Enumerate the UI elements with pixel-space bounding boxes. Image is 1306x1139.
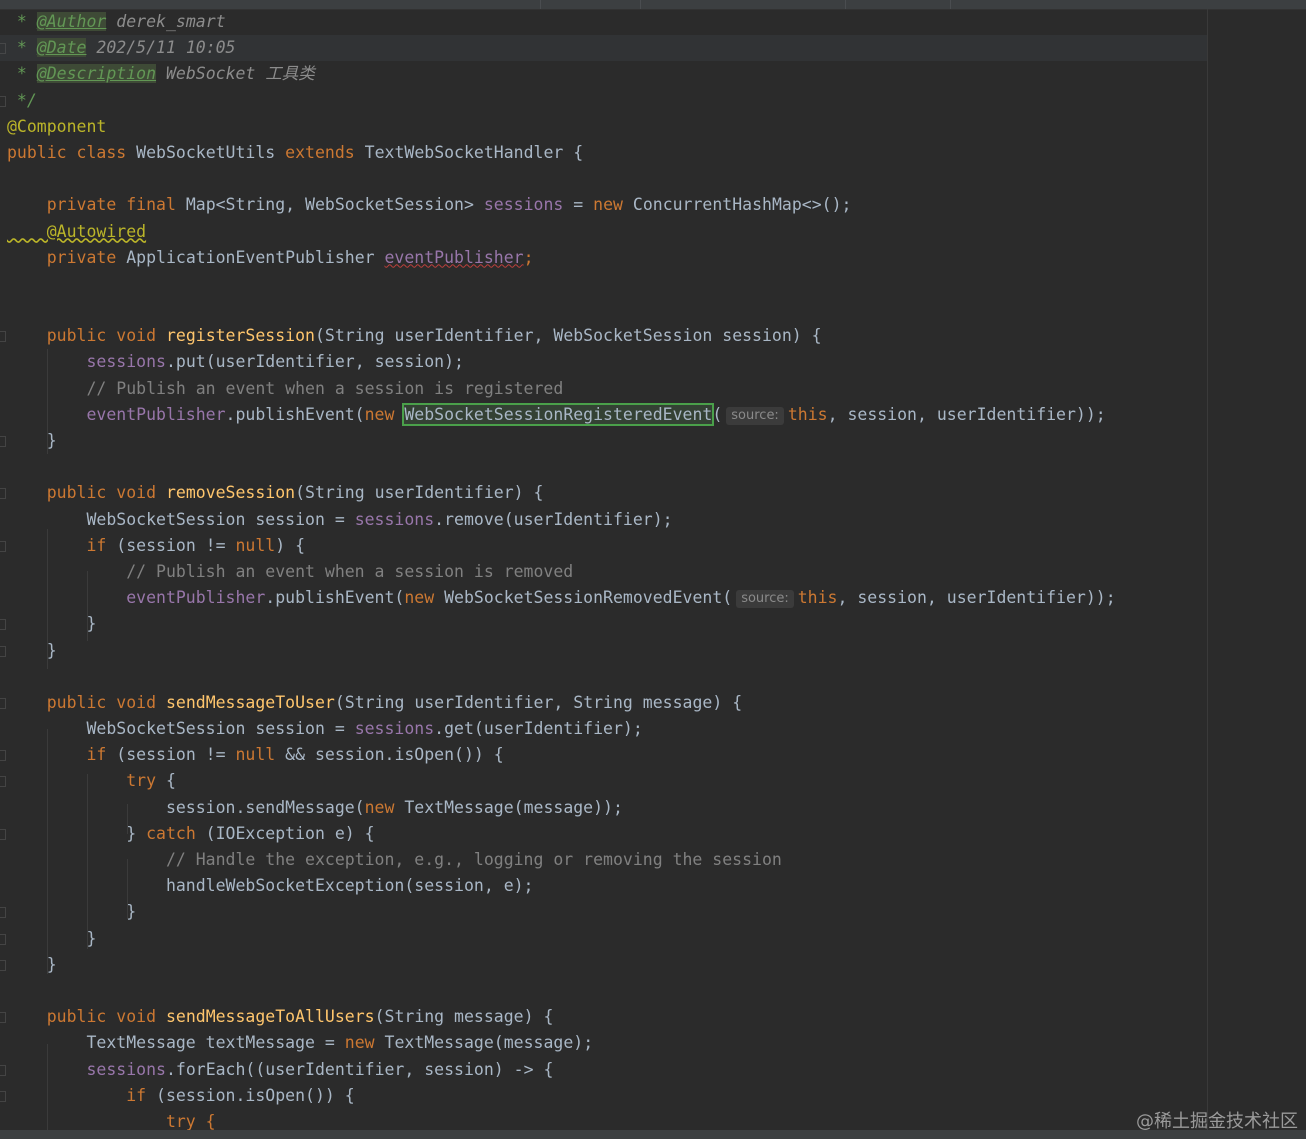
code-line: TextMessage textMessage = new TextMessag… <box>7 1033 594 1053</box>
code-line: WebSocketSession session = sessions.get(… <box>7 719 643 739</box>
doc-tag-date: @Date <box>36 38 87 58</box>
code-line: try { <box>0 768 1116 794</box>
code-line: // Handle the exception, e.g., logging o… <box>7 850 782 869</box>
code-line: // Publish an event when a session is re… <box>7 378 564 398</box>
code-line: * @Author derek_smart <box>7 12 226 31</box>
code-line: public void sendMessageToAllUsers(String… <box>0 1004 1116 1030</box>
code-line: } catch (IOException e) { <box>0 821 1116 847</box>
code-line: if (session != null && session.isOpen())… <box>0 742 1116 768</box>
code-line: @Component <box>7 116 107 136</box>
code-text[interactable]: * @Author derek_smart * @Date 202/5/11 1… <box>0 9 1116 1135</box>
code-line: } <box>0 899 1116 925</box>
code-line: } <box>0 952 1116 978</box>
doc-tag-author: @Author <box>36 12 107 31</box>
code-line: WebSocketSession session = sessions.remo… <box>7 509 673 529</box>
status-bar <box>0 1130 1306 1139</box>
code-line: } <box>0 926 1116 952</box>
code-line: @Autowired <box>7 221 147 241</box>
code-line: * @Date 202/5/11 10:05 <box>0 35 1116 61</box>
code-line: } <box>0 611 1116 637</box>
code-line: public void removeSession(String userIde… <box>0 480 1116 506</box>
code-line: public void sendMessageToUser(String use… <box>0 690 1116 716</box>
code-line: if (session != null) { <box>0 533 1116 559</box>
code-line: // Publish an event when a session is re… <box>7 561 574 581</box>
code-line: public void registerSession(String userI… <box>0 323 1116 349</box>
selected-identifier[interactable]: WebSocketSessionRegisteredEvent <box>402 402 715 426</box>
code-line: public class WebSocketUtils extends Text… <box>7 142 584 162</box>
code-line: session.sendMessage(new TextMessage(mess… <box>7 797 623 817</box>
code-line: if (session.isOpen()) { <box>0 1083 1116 1109</box>
code-line: eventPublisher.publishEvent(new WebSocke… <box>7 588 1116 609</box>
parameter-hint: source: <box>726 406 784 425</box>
code-line: eventPublisher.publishEvent(new WebSocke… <box>7 402 1106 426</box>
code-line: private final Map<String, WebSocketSessi… <box>7 195 852 215</box>
code-line: * @Description WebSocket 工具类 <box>7 64 315 84</box>
code-line: } <box>0 428 1116 454</box>
code-line: sessions.forEach((userIdentifier, sessio… <box>0 1057 1116 1083</box>
code-line: */ <box>0 88 1116 114</box>
code-line: } <box>0 638 1116 664</box>
parameter-hint: source: <box>736 590 794 609</box>
code-line: private ApplicationEventPublisher eventP… <box>7 247 534 267</box>
code-editor[interactable]: * @Author derek_smart * @Date 202/5/11 1… <box>0 9 1306 1134</box>
right-margin-guide <box>1207 9 1208 1130</box>
code-line: sessions.put(userIdentifier, session); <box>7 352 464 372</box>
code-line: handleWebSocketException(session, e); <box>7 876 534 896</box>
doc-tag-description: @Description <box>36 64 157 84</box>
